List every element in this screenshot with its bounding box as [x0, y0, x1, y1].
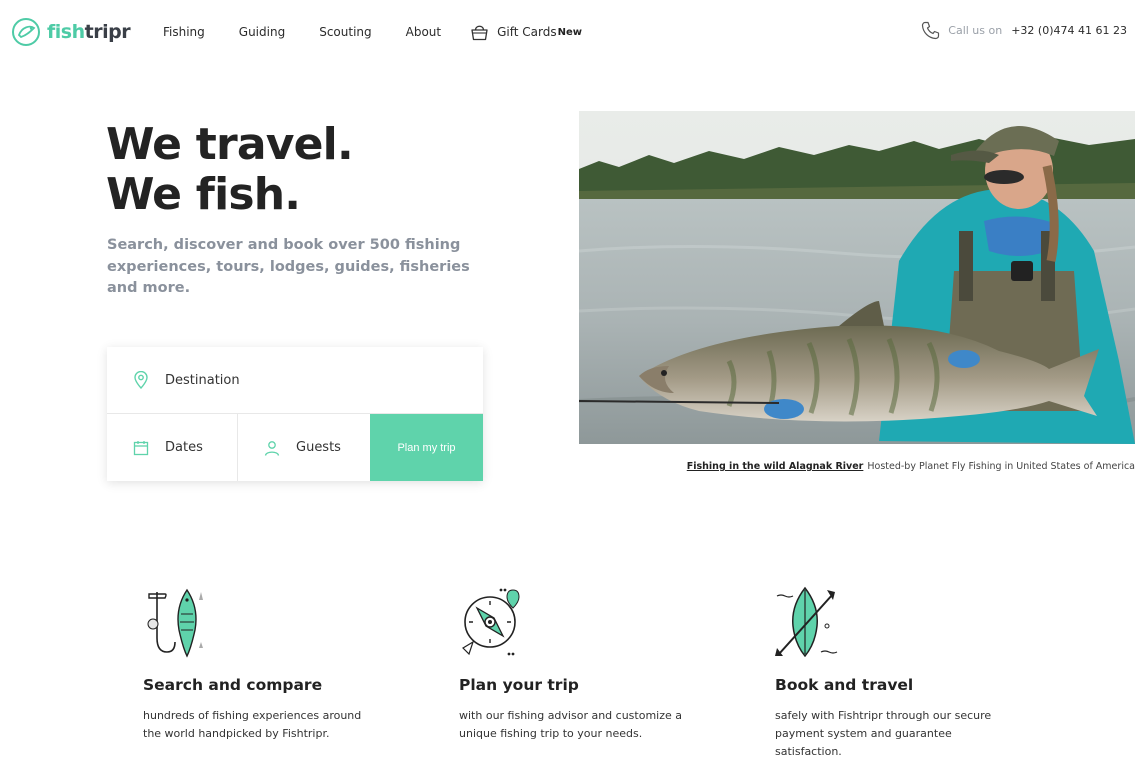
trip-search-form: Destination Dates Guests Plan my trip — [107, 347, 483, 481]
top-nav: fishtripr Fishing Guiding Scouting About… — [0, 0, 1144, 62]
fish-hook-icon — [147, 588, 203, 658]
map-pin-icon — [134, 371, 148, 389]
feature-title: Book and travel — [775, 676, 914, 694]
nav-links: Fishing Guiding Scouting About Gift Card… — [163, 23, 582, 41]
dates-field[interactable]: Dates — [107, 414, 238, 481]
phone-number[interactable]: +32 (0)474 41 61 23 — [1011, 24, 1127, 37]
destination-label: Destination — [165, 372, 240, 388]
kayak-icon — [775, 586, 838, 658]
gift-cards-label: Gift Cards — [497, 25, 557, 39]
feature-title: Plan your trip — [459, 676, 579, 694]
hero-photo — [579, 111, 1135, 444]
guests-label: Guests — [296, 440, 341, 455]
gift-basket-icon — [471, 25, 488, 41]
hero-title: We travel. We fish. — [106, 119, 354, 220]
fish-logo-icon — [12, 18, 40, 46]
new-badge: New — [557, 26, 583, 38]
nav-link-gift-cards[interactable]: Gift Cards New — [470, 23, 582, 41]
angler-with-salmon-photo — [579, 111, 1135, 444]
nav-link-scouting[interactable]: Scouting — [319, 25, 371, 39]
plan-my-trip-button[interactable]: Plan my trip — [370, 414, 483, 481]
compass-icon — [462, 588, 520, 656]
user-icon — [264, 440, 280, 456]
feature-search-compare: Search and compare hundreds of fishing e… — [143, 586, 383, 740]
guests-field[interactable]: Guests — [238, 414, 370, 481]
feature-title: Search and compare — [143, 676, 323, 694]
call-label: Call us on — [948, 24, 1003, 37]
phone-icon — [922, 21, 940, 40]
caption-link[interactable]: Fishing in the wild Alagnak River — [687, 461, 864, 472]
contact-info[interactable]: Call us on +32 (0)474 41 61 23 — [921, 21, 1127, 40]
hero-title-line1: We travel. — [106, 119, 354, 170]
search-options-row: Dates Guests Plan my trip — [107, 414, 483, 481]
dates-label: Dates — [165, 440, 203, 455]
feature-text: with our fishing advisor and customize a… — [459, 709, 682, 740]
logo-text: fishtripr — [47, 21, 131, 43]
hero-subtitle: Search, discover and book over 500 fishi… — [107, 237, 470, 296]
feature-text: hundreds of fishing experiences around t… — [143, 709, 362, 740]
feature-book-travel: Book and travel safely with Fishtripr th… — [775, 586, 1015, 758]
logo[interactable]: fishtripr — [11, 17, 131, 47]
nav-link-fishing[interactable]: Fishing — [163, 25, 205, 39]
caption-text: Hosted-by Planet Fly Fishing in United S… — [867, 461, 1135, 472]
destination-field[interactable]: Destination — [107, 347, 483, 414]
calendar-icon — [133, 440, 149, 455]
nav-link-about[interactable]: About — [406, 25, 441, 39]
nav-link-guiding[interactable]: Guiding — [239, 25, 285, 39]
hero-title-line2: We fish. — [106, 169, 301, 220]
feature-text: safely with Fishtripr through our secure… — [775, 709, 992, 758]
photo-caption: Fishing in the wild Alagnak River Hosted-… — [687, 461, 1135, 472]
feature-plan-trip: Plan your trip with our fishing advisor … — [459, 586, 699, 740]
